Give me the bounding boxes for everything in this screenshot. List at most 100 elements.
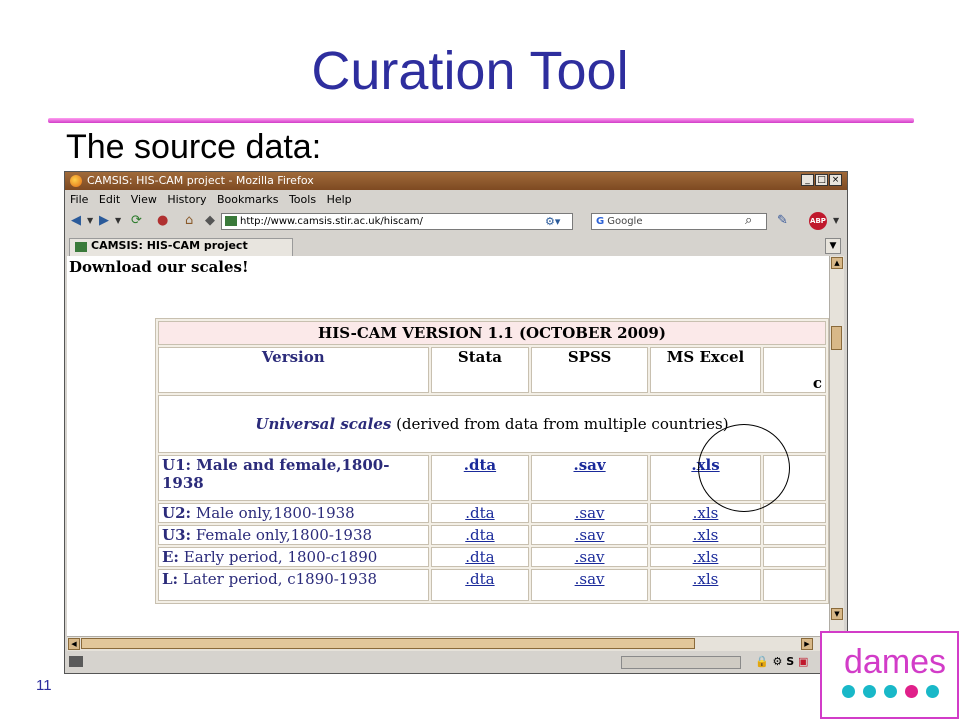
status-bar: 🔒 ⚙ S ▣ <box>65 652 847 672</box>
bookmark-star-icon[interactable]: ◆ <box>205 213 215 229</box>
address-bar[interactable]: http://www.camsis.stir.ac.uk/hiscam/ <box>221 213 573 230</box>
row-label: U2: Male only,1800-1938 <box>158 503 429 523</box>
cell-spss: .sav <box>531 455 648 501</box>
cell-extra <box>763 525 826 545</box>
script-icon[interactable]: ⚙ <box>773 655 783 668</box>
tab-camsis[interactable]: CAMSIS: HIS-CAM project <box>69 238 293 256</box>
logo-dot <box>863 685 876 698</box>
addon-icon[interactable]: ▣ <box>798 655 808 668</box>
column-header-partial: c <box>763 347 826 393</box>
row-label: U3: Female only,1800-1938 <box>158 525 429 545</box>
menu-history[interactable]: History <box>167 193 206 206</box>
maximize-icon[interactable]: □ <box>815 174 828 186</box>
navigation-toolbar: ◀ ▼ ▶ ▼ ⟳ ● ⌂ ◆ http://www.camsis.stir.a… <box>65 208 847 234</box>
logo-dot <box>884 685 897 698</box>
cell-stata: .dta <box>430 455 530 501</box>
menu-help[interactable]: Help <box>327 193 352 206</box>
minimize-icon[interactable]: _ <box>801 174 814 186</box>
status-progress <box>621 656 741 669</box>
home-icon[interactable]: ⌂ <box>185 213 193 229</box>
download-dta-link[interactable]: .dta <box>465 548 494 566</box>
table-row: E: Early period, 1800-c1890 .dta .sav .x… <box>158 547 826 567</box>
download-xls-link[interactable]: .xls <box>693 548 719 566</box>
cell-extra <box>763 547 826 567</box>
menu-tools[interactable]: Tools <box>289 193 316 206</box>
download-sav-link[interactable]: .sav <box>575 526 605 544</box>
status-monitor-icon <box>69 656 83 667</box>
slide-title: Curation Tool <box>311 41 629 101</box>
menu-view[interactable]: View <box>131 193 157 206</box>
cell-stata: .dta <box>430 569 530 601</box>
row-label: E: Early period, 1800-c1890 <box>158 547 429 567</box>
back-dropdown-icon[interactable]: ▼ <box>87 213 93 229</box>
tab-bar: CAMSIS: HIS-CAM project ▼ <box>65 236 847 256</box>
cell-spss: .sav <box>531 569 648 601</box>
download-sav-link[interactable]: .sav <box>575 570 605 588</box>
row-label: U1: Male and female,1800-1938 <box>158 455 429 501</box>
address-url: http://www.camsis.stir.ac.uk/hiscam/ <box>240 216 423 227</box>
status-icons: 🔒 ⚙ S ▣ <box>755 655 808 668</box>
download-sav-link[interactable]: .sav <box>574 456 606 474</box>
title-underline <box>48 118 914 123</box>
row-code: U2: <box>162 504 192 522</box>
horizontal-scroll-thumb[interactable] <box>81 638 695 649</box>
cell-stata: .dta <box>430 525 530 545</box>
download-dta-link[interactable]: .dta <box>465 570 494 588</box>
row-label: L: Later period, c1890-1938 <box>158 569 429 601</box>
table-row: U3: Female only,1800-1938 .dta .sav .xls <box>158 525 826 545</box>
adblock-dropdown-icon[interactable]: ▼ <box>833 213 839 229</box>
forward-dropdown-icon[interactable]: ▼ <box>115 213 121 229</box>
column-header-stata: Stata <box>430 347 530 393</box>
scroll-right-icon[interactable]: ▶ <box>801 638 813 650</box>
cell-extra <box>763 503 826 523</box>
reload-icon[interactable]: ⟳ <box>131 213 142 229</box>
column-header-version: Version <box>158 347 429 393</box>
row-desc: Early period, 1800-c1890 <box>178 548 378 566</box>
vertical-scrollbar[interactable]: ▲ ▼ <box>829 256 844 636</box>
download-sav-link[interactable]: .sav <box>575 504 605 522</box>
scroll-up-icon[interactable]: ▲ <box>831 257 843 269</box>
download-xls-link[interactable]: .xls <box>693 504 719 522</box>
download-sav-link[interactable]: .sav <box>575 548 605 566</box>
logo-dot <box>905 685 918 698</box>
download-xls-link[interactable]: .xls <box>693 570 719 588</box>
cell-excel: .xls <box>649 569 762 601</box>
page-heading: Download our scales! <box>69 258 249 276</box>
go-icon[interactable]: ⚙▾ <box>545 215 560 228</box>
download-dta-link[interactable]: .dta <box>465 526 494 544</box>
menu-edit[interactable]: Edit <box>99 193 120 206</box>
scroll-left-icon[interactable]: ◀ <box>68 638 80 650</box>
vertical-scroll-thumb[interactable] <box>831 326 842 350</box>
close-icon[interactable]: × <box>829 174 842 186</box>
edit-icon[interactable]: ✎ <box>777 213 788 229</box>
menu-bookmarks[interactable]: Bookmarks <box>217 193 278 206</box>
cell-spss: .sav <box>531 503 648 523</box>
download-xls-link[interactable]: .xls <box>693 526 719 544</box>
cell-spss: .sav <box>531 525 648 545</box>
tab-label: CAMSIS: HIS-CAM project <box>91 239 248 252</box>
stop-icon[interactable]: ● <box>157 213 168 229</box>
row-desc: Male only,1800-1938 <box>191 504 355 522</box>
cell-stata: .dta <box>430 503 530 523</box>
search-input[interactable]: G Google <box>591 213 767 230</box>
row-code: E: <box>162 548 179 566</box>
forward-icon[interactable]: ▶ <box>99 213 109 229</box>
scroll-down-icon[interactable]: ▼ <box>831 608 843 620</box>
download-dta-link[interactable]: .dta <box>465 504 494 522</box>
download-dta-link[interactable]: .dta <box>464 456 496 474</box>
section-note: (derived from data from multiple countri… <box>391 415 729 433</box>
firefox-icon <box>70 175 82 187</box>
highlight-circle <box>698 424 790 512</box>
search-go-icon[interactable]: ⌕ <box>745 213 752 229</box>
back-icon[interactable]: ◀ <box>71 213 81 229</box>
tab-list-icon[interactable]: ▼ <box>825 238 841 254</box>
row-desc: Female only,1800-1938 <box>191 526 373 544</box>
menu-file[interactable]: File <box>70 193 88 206</box>
window-titlebar[interactable]: CAMSIS: HIS-CAM project - Mozilla Firefo… <box>65 172 847 190</box>
horizontal-scrollbar[interactable]: ◀ ▶ <box>67 636 829 651</box>
adblock-icon[interactable]: ABP <box>809 212 827 230</box>
lock-icon[interactable]: 🔒 <box>755 655 769 668</box>
cell-spss: .sav <box>531 547 648 567</box>
s-addon-icon[interactable]: S <box>786 655 794 668</box>
logo-text: dames <box>844 643 947 681</box>
